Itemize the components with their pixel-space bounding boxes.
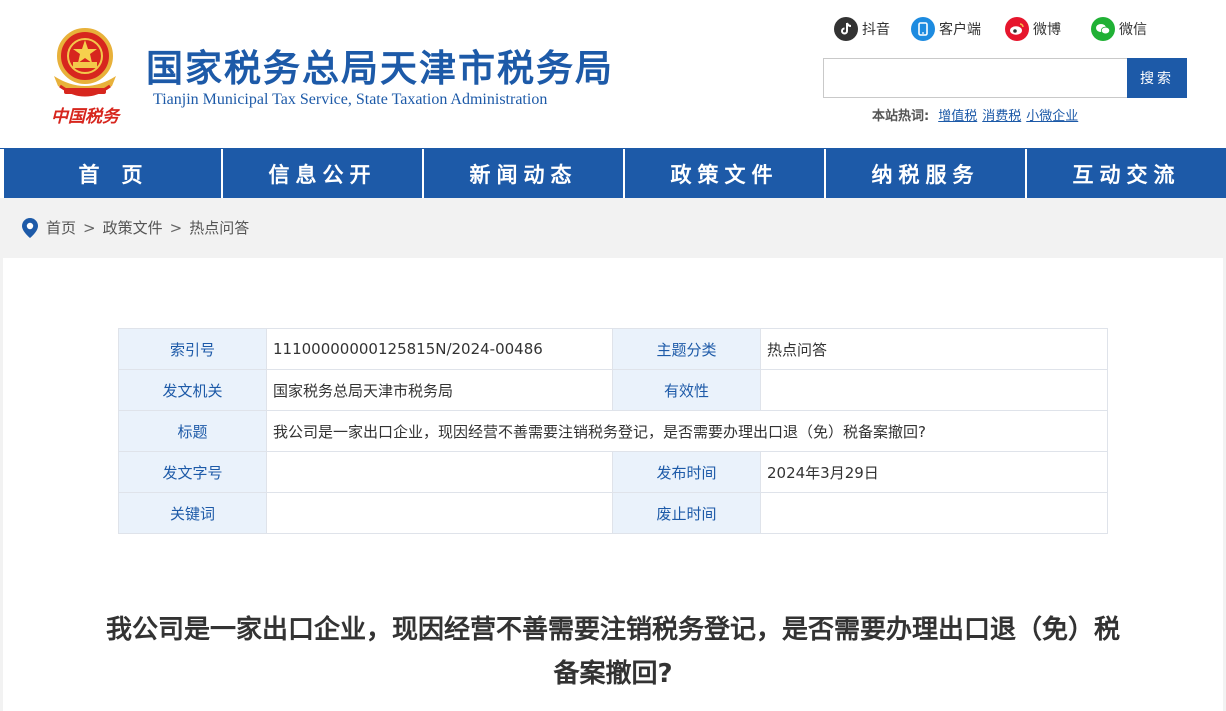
expiry-label: 废止时间 xyxy=(612,492,761,534)
breadcrumb-policy-documents[interactable]: 政策文件 xyxy=(103,217,163,238)
table-row: 发文机关 国家税务总局天津市税务局 有效性 xyxy=(118,369,1108,411)
social-douyin-link[interactable]: 抖音 xyxy=(834,17,890,41)
document-meta-table: 索引号 11100000000125815N/2024-00486 主题分类 热… xyxy=(118,328,1108,534)
issuer-value: 国家税务总局天津市税务局 xyxy=(266,369,613,411)
douyin-icon xyxy=(834,17,858,41)
search-input[interactable] xyxy=(823,58,1127,98)
pubdate-label: 发布时间 xyxy=(612,451,761,493)
breadcrumb: 首页 > 政策文件 > 热点问答 xyxy=(22,217,249,238)
issuer-label: 发文机关 xyxy=(118,369,267,411)
nav-item-info-disclosure[interactable]: 信息公开 xyxy=(221,149,422,198)
docno-label: 发文字号 xyxy=(118,451,267,493)
keywords-label: 关键词 xyxy=(118,492,267,534)
breadcrumb-bar: 首页 > 政策文件 > 热点问答 xyxy=(0,198,1226,258)
social-client-label: 客户端 xyxy=(939,22,981,38)
nav-item-tax-service[interactable]: 纳税服务 xyxy=(824,149,1025,198)
hot-word-link[interactable]: 小微企业 xyxy=(1026,105,1078,124)
hot-words: 本站热词: 增值税 消费税 小微企业 xyxy=(872,105,1078,124)
national-emblem-logo[interactable]: 中国税务 xyxy=(40,18,130,130)
breadcrumb-separator: > xyxy=(169,218,183,237)
article-panel: 索引号 11100000000125815N/2024-00486 主题分类 热… xyxy=(3,258,1223,711)
validity-value xyxy=(760,369,1108,411)
breadcrumb-current: 热点问答 xyxy=(189,219,250,237)
social-weibo-link[interactable]: 微博 xyxy=(1005,17,1061,41)
hot-word-link[interactable]: 消费税 xyxy=(982,105,1021,124)
content-area: 索引号 11100000000125815N/2024-00486 主题分类 热… xyxy=(0,258,1226,711)
nav-item-policy-documents[interactable]: 政策文件 xyxy=(623,149,824,198)
title-value: 我公司是一家出口企业，现因经营不善需要注销税务登记，是否需要办理出口退（免）税备… xyxy=(266,410,1108,452)
site-subtitle: Tianjin Municipal Tax Service, State Tax… xyxy=(153,91,548,108)
weibo-icon xyxy=(1005,17,1029,41)
nav-item-news[interactable]: 新闻动态 xyxy=(422,149,623,198)
hot-words-label: 本站热词: xyxy=(872,109,930,124)
docno-value xyxy=(266,451,613,493)
table-row: 关键词 废止时间 xyxy=(118,492,1108,534)
pubdate-value: 2024年3月29日 xyxy=(760,451,1108,493)
site-title[interactable]: 国家税务总局天津市税务局 xyxy=(146,38,614,92)
expiry-value xyxy=(760,492,1108,534)
location-pin-icon xyxy=(22,217,38,238)
mobile-client-icon xyxy=(911,17,935,41)
site-header: 中国税务 国家税务总局天津市税务局 Tianjin Municipal Tax … xyxy=(0,0,1226,148)
keywords-value xyxy=(266,492,613,534)
topic-value: 热点问答 xyxy=(760,328,1108,370)
breadcrumb-home[interactable]: 首页 xyxy=(46,217,76,238)
topic-label: 主题分类 xyxy=(612,328,761,370)
emblem-text: 中国税务 xyxy=(51,107,122,127)
social-wechat-label: 微信 xyxy=(1119,22,1147,38)
index-label: 索引号 xyxy=(118,328,267,370)
social-client-link[interactable]: 客户端 xyxy=(911,17,981,41)
table-row: 标题 我公司是一家出口企业，现因经营不善需要注销税务登记，是否需要办理出口退（免… xyxy=(118,410,1108,452)
breadcrumb-separator: > xyxy=(83,218,96,237)
title-label: 标题 xyxy=(118,410,267,452)
wechat-icon xyxy=(1091,17,1115,41)
index-value: 11100000000125815N/2024-00486 xyxy=(266,328,613,370)
main-nav: 首页 信息公开 新闻动态 政策文件 纳税服务 互动交流 xyxy=(0,148,1226,198)
validity-label: 有效性 xyxy=(612,369,761,411)
nav-item-home[interactable]: 首页 xyxy=(0,149,221,198)
social-weibo-label: 微博 xyxy=(1033,22,1061,38)
search-button[interactable]: 搜索 xyxy=(1127,58,1187,98)
table-row: 发文字号 发布时间 2024年3月29日 xyxy=(118,451,1108,493)
social-wechat-link[interactable]: 微信 xyxy=(1091,17,1147,41)
nav-item-interaction[interactable]: 互动交流 xyxy=(1025,149,1226,198)
article-title: 我公司是一家出口企业，现因经营不善需要注销税务登记，是否需要办理出口退（免）税备… xyxy=(105,615,1120,689)
social-douyin-label: 抖音 xyxy=(862,22,890,38)
table-row: 索引号 11100000000125815N/2024-00486 主题分类 热… xyxy=(118,328,1108,370)
hot-word-link[interactable]: 增值税 xyxy=(938,105,977,124)
